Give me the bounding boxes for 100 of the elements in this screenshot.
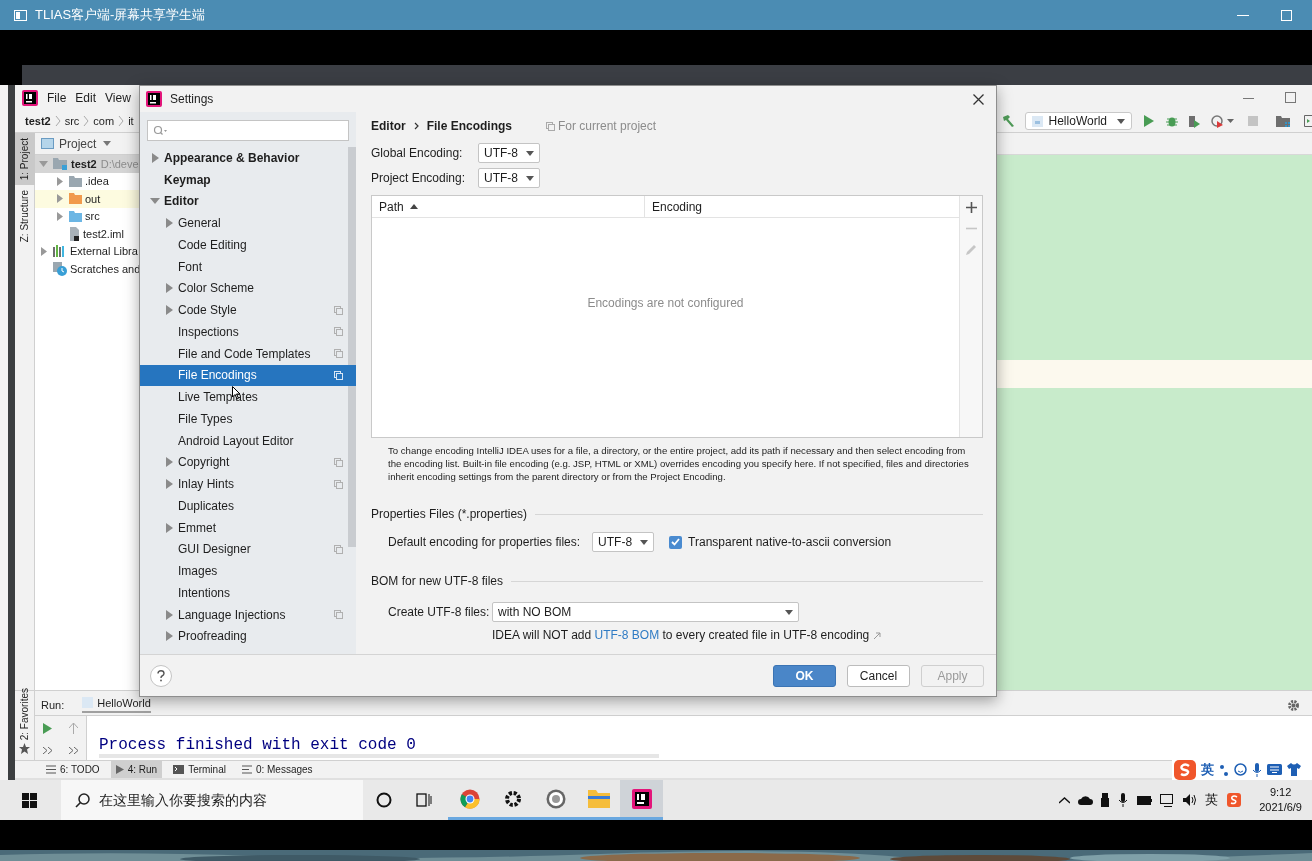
side-tab[interactable]: 1: Project bbox=[14, 133, 35, 186]
project-structure-icon[interactable] bbox=[1276, 115, 1290, 127]
expand-arrow-icon[interactable] bbox=[150, 152, 160, 163]
encoding-dropdown[interactable]: with NO BOM bbox=[492, 602, 799, 622]
settings-tree-item[interactable]: Inspections bbox=[140, 321, 356, 343]
tree-item[interactable]: .idea bbox=[35, 172, 139, 190]
settings-tree-item[interactable]: GUI Designer bbox=[140, 538, 356, 561]
run-icon[interactable] bbox=[1144, 115, 1154, 127]
search-field[interactable] bbox=[147, 120, 349, 141]
expand-arrow-icon[interactable] bbox=[39, 246, 48, 256]
settings-tree-item[interactable]: Emmet bbox=[140, 516, 356, 539]
tree-item[interactable]: Scratches and bbox=[35, 260, 139, 278]
expand-arrow-icon[interactable] bbox=[55, 176, 64, 186]
sogou-logo-icon[interactable] bbox=[1174, 759, 1196, 780]
close-icon[interactable] bbox=[973, 93, 984, 105]
settings-tree-item[interactable]: Copyright bbox=[140, 451, 356, 474]
menu-item[interactable]: Edit bbox=[75, 88, 97, 107]
tool-window-tab[interactable]: Terminal bbox=[168, 760, 231, 779]
breadcrumb-item[interactable]: test2 bbox=[25, 112, 51, 130]
settings-tree-item[interactable]: Duplicates bbox=[140, 495, 356, 517]
shirt-icon[interactable] bbox=[1287, 763, 1301, 776]
settings-tree-item[interactable]: File Types bbox=[140, 408, 356, 430]
volume-icon[interactable] bbox=[1183, 794, 1198, 806]
hammer-icon[interactable] bbox=[1000, 114, 1015, 128]
tool-window-tab[interactable]: 4: Run bbox=[110, 760, 163, 779]
profiler-icon[interactable] bbox=[1211, 114, 1224, 128]
clock[interactable]: 9:12 2021/6/9 bbox=[1259, 785, 1302, 815]
settings-tree-item[interactable]: Code Editing bbox=[140, 234, 356, 256]
rerun-icon[interactable] bbox=[43, 722, 53, 734]
caret-icon[interactable] bbox=[1227, 119, 1234, 123]
cloud-icon[interactable] bbox=[1078, 795, 1094, 805]
taskbar-app[interactable] bbox=[620, 780, 663, 820]
tree-item[interactable]: src bbox=[35, 207, 139, 225]
settings-tree-item[interactable]: Code Style bbox=[140, 299, 356, 321]
tool-window-tab[interactable]: 0: Messages bbox=[236, 760, 318, 779]
settings-tree-item[interactable]: Proofreading bbox=[140, 625, 356, 648]
expand-arrow-icon[interactable] bbox=[164, 283, 174, 294]
column-header[interactable]: Encoding bbox=[645, 196, 959, 217]
settings-tree-item[interactable]: General bbox=[140, 212, 356, 234]
tree-item[interactable]: out bbox=[35, 190, 139, 208]
emoji-icon[interactable] bbox=[1234, 763, 1247, 776]
column-header[interactable]: Path bbox=[372, 196, 645, 217]
tree-item[interactable]: test2.iml bbox=[35, 225, 139, 243]
expand-chevron-icon[interactable] bbox=[68, 746, 78, 754]
help-button[interactable] bbox=[150, 664, 172, 687]
settings-tree-item[interactable]: Live Templates bbox=[140, 386, 356, 408]
encoding-dropdown[interactable]: UTF-8 bbox=[478, 168, 540, 188]
expand-arrow-icon[interactable] bbox=[164, 305, 174, 316]
menu-item[interactable]: File bbox=[47, 88, 67, 107]
settings-tree-item[interactable]: Language Injections bbox=[140, 603, 356, 626]
menu-item[interactable]: View bbox=[105, 88, 131, 107]
encoding-dropdown[interactable]: UTF-8 bbox=[478, 143, 540, 163]
breadcrumb-item[interactable]: it bbox=[128, 112, 134, 130]
side-tab[interactable]: Z: Structure bbox=[14, 185, 35, 248]
expand-arrow-icon[interactable] bbox=[164, 631, 174, 642]
expand-arrow-icon[interactable] bbox=[55, 211, 64, 221]
tool-window-tab[interactable]: 6: TODO bbox=[41, 760, 105, 779]
cortana-icon[interactable] bbox=[376, 792, 392, 808]
encoding-dropdown[interactable]: UTF-8 bbox=[592, 532, 655, 552]
windows-logo-icon[interactable] bbox=[22, 792, 37, 808]
input-indicator[interactable]: 英 bbox=[1205, 790, 1219, 810]
expand-arrow-icon[interactable] bbox=[39, 159, 48, 169]
settings-tree-item[interactable]: Editor bbox=[140, 190, 356, 213]
settings-tree-item[interactable]: Intentions bbox=[140, 582, 356, 604]
network-icon[interactable] bbox=[1160, 793, 1176, 807]
expand-arrow-icon[interactable] bbox=[164, 522, 174, 533]
settings-tree-item[interactable]: File Encodings bbox=[140, 364, 356, 387]
battery-icon[interactable] bbox=[1137, 795, 1153, 805]
expand-chevron-icon[interactable] bbox=[43, 746, 53, 754]
bug-icon[interactable] bbox=[1166, 115, 1178, 127]
settings-tree-item[interactable]: Inlay Hints bbox=[140, 473, 356, 495]
settings-icon[interactable] bbox=[1287, 699, 1300, 712]
dialog-button[interactable]: OK bbox=[773, 664, 836, 687]
microphone-icon[interactable] bbox=[1252, 762, 1262, 777]
input-mode[interactable]: 英 bbox=[1201, 759, 1214, 780]
settings-tree-item[interactable]: Appearance & Behavior bbox=[140, 147, 356, 169]
add-icon[interactable] bbox=[965, 202, 977, 213]
tree-item[interactable]: test2 D:\deve bbox=[35, 155, 139, 173]
settings-tree-item[interactable]: Color Scheme bbox=[140, 277, 356, 300]
maximize-icon[interactable] bbox=[1285, 92, 1296, 103]
link[interactable]: UTF-8 BOM bbox=[594, 628, 660, 642]
punctuation-icon[interactable] bbox=[1219, 763, 1229, 776]
expand-arrow-icon[interactable] bbox=[164, 609, 174, 620]
keyboard-icon[interactable] bbox=[1267, 764, 1282, 775]
side-tab[interactable]: 2: Favorites bbox=[17, 687, 32, 740]
expand-arrow-icon[interactable] bbox=[164, 457, 174, 468]
expand-arrow-icon[interactable] bbox=[164, 479, 174, 490]
settings-tree-item[interactable]: Android Layout Editor bbox=[140, 429, 356, 452]
expand-arrow-icon[interactable] bbox=[55, 194, 64, 204]
sogou-logo-icon[interactable] bbox=[1227, 793, 1242, 807]
dialog-button[interactable]: Cancel bbox=[847, 664, 910, 687]
expand-arrow-icon[interactable] bbox=[164, 218, 174, 229]
scrollbar[interactable] bbox=[348, 147, 356, 547]
checkbox-label[interactable]: Transparent native-to-ascii conversion bbox=[688, 533, 892, 551]
settings-tree-item[interactable]: Images bbox=[140, 560, 356, 582]
tree-item[interactable]: External Libra bbox=[35, 242, 139, 260]
search-field[interactable]: 在这里输入你要搜索的内容 bbox=[61, 780, 363, 820]
run-config-dropdown[interactable]: HelloWorld bbox=[1024, 112, 1132, 130]
chevron-up-icon[interactable] bbox=[1059, 796, 1071, 804]
checkbox[interactable] bbox=[669, 535, 683, 549]
